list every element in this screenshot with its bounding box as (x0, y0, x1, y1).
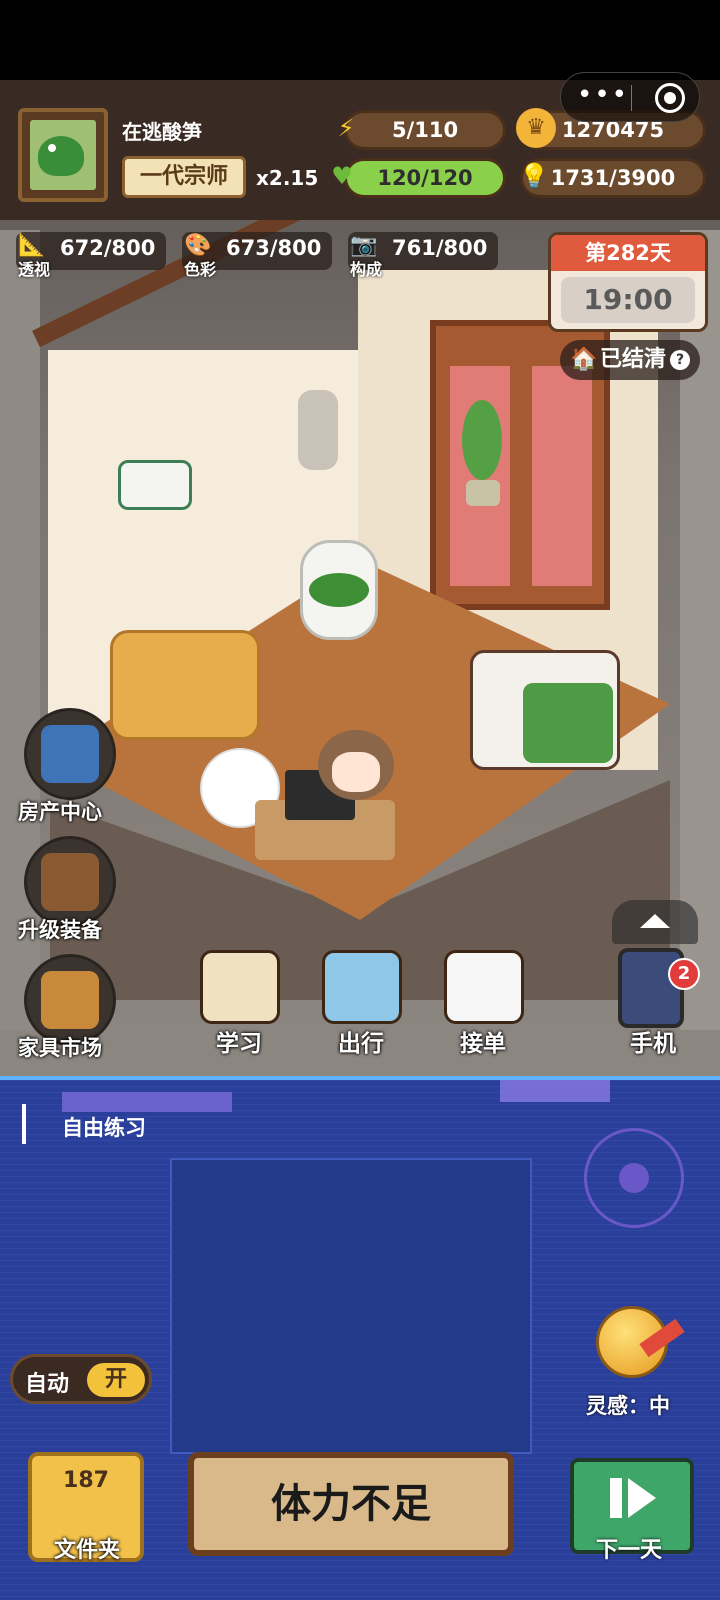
rabbit-icon (444, 950, 524, 1024)
bed-blanket (523, 683, 613, 763)
folder-label: 文件夹 (54, 1538, 121, 1563)
next-triangle (628, 1478, 656, 1518)
day-counter: 第282天 (551, 235, 705, 271)
day-calendar[interactable]: 第282天 19:00 (548, 232, 708, 332)
attr-label: 色彩 (184, 260, 217, 279)
house-icon: 🏠 (570, 347, 598, 372)
crown-coin-icon: ♛ (516, 108, 556, 148)
attr-perspective: 📐 672/800 透视 (16, 232, 166, 279)
panel-title: 自由练习 (62, 1116, 146, 1140)
bed[interactable] (470, 650, 620, 770)
energy-pill[interactable]: 5/110 (344, 110, 506, 150)
lightning-icon: ⚡ (337, 114, 355, 142)
notification-badge: 2 (668, 958, 700, 990)
ruler-icon: 📐 (18, 233, 46, 258)
attr-value: 761/800 (392, 236, 488, 260)
ghost-icon (322, 950, 402, 1024)
potted-plant[interactable] (456, 400, 506, 510)
accept-order-button[interactable]: 接单 (438, 946, 528, 1057)
attr-value: 673/800 (226, 236, 322, 260)
auto-label: 自动 (25, 1372, 70, 1397)
glitch-decoration (500, 1080, 610, 1102)
miniprogram-capsule: ••• (560, 72, 700, 122)
book-icon (200, 950, 280, 1024)
capsule-divider (631, 85, 632, 111)
rent-status[interactable]: 🏠 已结清 ? (560, 340, 700, 380)
travel-button[interactable]: 出行 (316, 946, 406, 1057)
close-target-icon[interactable] (655, 83, 685, 113)
help-icon[interactable]: ? (670, 350, 690, 370)
game-time: 19:00 (561, 277, 695, 323)
attr-composition: 📷 761/800 构成 (348, 232, 498, 279)
air-conditioner[interactable] (118, 460, 192, 510)
next-day-label: 下一天 (596, 1538, 663, 1563)
settled-label: 已结清 (600, 347, 667, 372)
camera-icon: 📷 (350, 233, 378, 258)
plant-pot (466, 480, 500, 506)
travel-label: 出行 (338, 1031, 384, 1057)
crocodile-avatar-icon (38, 136, 84, 176)
shower-head[interactable] (298, 390, 338, 470)
plant-leaves (462, 400, 502, 480)
heart-icon: ♥ (331, 162, 353, 190)
next-bar (610, 1478, 622, 1518)
real-estate-label: 房产中心 (18, 800, 102, 824)
accept-order-label: 接单 (460, 1031, 506, 1057)
auto-state: 开 (87, 1363, 145, 1397)
attr-color: 🎨 673/800 色彩 (182, 232, 332, 279)
attr-label: 构成 (350, 260, 383, 279)
crosshair-icon (584, 1128, 684, 1228)
building-icon (41, 725, 99, 783)
sofa[interactable] (110, 630, 260, 740)
real-estate-button[interactable] (24, 708, 116, 800)
palette-brush-icon (41, 853, 99, 911)
player-avatar[interactable] (18, 108, 108, 202)
folder-count: 187 (63, 1468, 109, 1493)
character-face (332, 752, 380, 792)
player-character[interactable] (318, 730, 394, 800)
phone-label: 手机 (630, 1031, 676, 1057)
collapse-up-button[interactable] (612, 900, 698, 944)
drawing-canvas[interactable] (170, 1158, 532, 1454)
palette-icon: 🎨 (184, 233, 212, 258)
insufficient-stamina-button[interactable]: 体力不足 (188, 1452, 514, 1556)
lightbulb-icon: 💡 (519, 162, 549, 190)
study-button[interactable]: 学习 (194, 946, 284, 1057)
status-bar (0, 0, 720, 80)
rank-badge[interactable]: 一代宗师 (122, 156, 246, 198)
toilet-bowl (309, 573, 369, 607)
upgrade-equipment-label: 升级装备 (18, 918, 102, 942)
avatar-frame (30, 120, 96, 190)
study-label: 学习 (216, 1031, 262, 1057)
more-icon[interactable]: ••• (577, 81, 627, 113)
multiplier: x2.15 (256, 166, 319, 190)
player-name: 在逃酸笋 (122, 120, 202, 144)
inspiration-level: 灵感：中 (586, 1394, 670, 1418)
furniture-tv-icon (41, 971, 99, 1029)
attr-value: 672/800 (60, 236, 156, 260)
window-pane (532, 366, 592, 586)
furniture-market-label: 家具市场 (18, 1036, 102, 1060)
glitch-decoration (62, 1092, 232, 1112)
health-pill[interactable]: 120/120 (344, 158, 506, 198)
attr-label: 透视 (18, 260, 51, 279)
toilet[interactable] (300, 540, 378, 640)
next-day-icon (610, 1478, 660, 1518)
auto-toggle[interactable]: 自动 开 (10, 1354, 152, 1404)
